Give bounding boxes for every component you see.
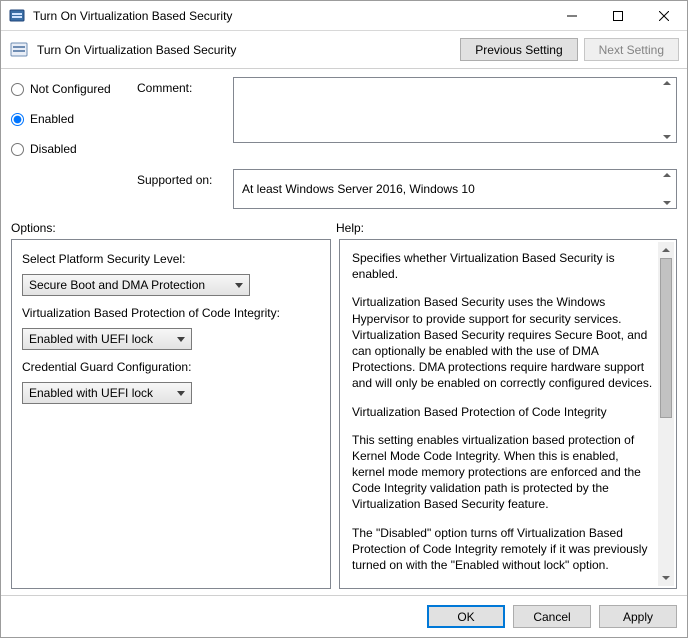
options-label: Options: <box>11 221 336 235</box>
radio-disabled-label: Disabled <box>30 142 77 156</box>
options-pane: Select Platform Security Level: Secure B… <box>11 239 331 589</box>
window-controls <box>549 1 687 30</box>
help-paragraph: The "Disabled" option turns off Virtuali… <box>352 525 654 574</box>
help-pane: Specifies whether Virtualization Based S… <box>339 239 677 589</box>
comment-label: Comment: <box>137 77 227 95</box>
comment-field-frame <box>233 77 677 143</box>
radio-not-configured[interactable]: Not Configured <box>11 79 131 99</box>
dialog-footer: OK Cancel Apply <box>1 595 687 637</box>
help-paragraph: This setting enables virtualization base… <box>352 432 654 513</box>
minimize-button[interactable] <box>549 1 595 30</box>
pane-labels: Options: Help: <box>1 215 687 239</box>
supported-on-frame <box>233 169 677 209</box>
vbpci-label: Virtualization Based Protection of Code … <box>22 306 320 320</box>
panes: Select Platform Security Level: Secure B… <box>1 239 687 595</box>
app-icon <box>9 8 25 24</box>
title-bar: Turn On Virtualization Based Security <box>1 1 687 31</box>
help-scrollbar[interactable] <box>658 242 674 586</box>
platform-security-value: Secure Boot and DMA Protection <box>29 278 205 292</box>
radio-enabled-input[interactable] <box>11 113 24 126</box>
cancel-button[interactable]: Cancel <box>513 605 591 628</box>
maximize-button[interactable] <box>595 1 641 30</box>
next-setting-button: Next Setting <box>584 38 679 61</box>
supported-on-value <box>234 170 676 208</box>
close-button[interactable] <box>641 1 687 30</box>
scroll-down-button[interactable] <box>658 570 674 586</box>
dialog-window: Turn On Virtualization Based Security Tu… <box>0 0 688 638</box>
apply-button-label: Apply <box>623 610 653 624</box>
ok-button-label: OK <box>457 610 474 624</box>
previous-setting-button[interactable]: Previous Setting <box>460 38 577 61</box>
platform-security-combo[interactable]: Secure Boot and DMA Protection <box>22 274 250 296</box>
settings-area: Not Configured Enabled Disabled Comment: <box>1 69 687 215</box>
previous-setting-label: Previous Setting <box>475 43 562 57</box>
vbpci-combo[interactable]: Enabled with UEFI lock <box>22 328 192 350</box>
cancel-button-label: Cancel <box>533 610 570 624</box>
platform-security-label: Select Platform Security Level: <box>22 252 320 266</box>
policy-header: Turn On Virtualization Based Security Pr… <box>1 31 687 69</box>
comment-field[interactable] <box>234 78 676 142</box>
window-title: Turn On Virtualization Based Security <box>31 9 549 23</box>
state-radio-group: Not Configured Enabled Disabled <box>11 77 131 159</box>
help-paragraph: Virtualization Based Protection of Code … <box>352 404 654 420</box>
scroll-up-button[interactable] <box>658 242 674 258</box>
scroll-thumb[interactable] <box>660 258 672 418</box>
next-setting-label: Next Setting <box>599 43 664 57</box>
scroll-track[interactable] <box>658 418 674 570</box>
ok-button[interactable]: OK <box>427 605 505 628</box>
policy-title: Turn On Virtualization Based Security <box>37 43 454 57</box>
radio-not-configured-label: Not Configured <box>30 82 111 96</box>
supported-on-label: Supported on: <box>137 169 227 187</box>
help-label: Help: <box>336 221 364 235</box>
policy-icon <box>9 40 29 60</box>
radio-not-configured-input[interactable] <box>11 83 24 96</box>
credential-guard-label: Credential Guard Configuration: <box>22 360 320 374</box>
help-paragraph: Virtualization Based Security uses the W… <box>352 294 654 391</box>
radio-enabled[interactable]: Enabled <box>11 109 131 129</box>
apply-button[interactable]: Apply <box>599 605 677 628</box>
radio-enabled-label: Enabled <box>30 112 74 126</box>
radio-disabled-input[interactable] <box>11 143 24 156</box>
credential-guard-value: Enabled with UEFI lock <box>29 386 153 400</box>
chevron-down-icon <box>177 391 185 396</box>
vbpci-value: Enabled with UEFI lock <box>29 332 153 346</box>
chevron-down-icon <box>235 283 243 288</box>
chevron-down-icon <box>177 337 185 342</box>
radio-disabled[interactable]: Disabled <box>11 139 131 159</box>
credential-guard-combo[interactable]: Enabled with UEFI lock <box>22 382 192 404</box>
help-paragraph: Specifies whether Virtualization Based S… <box>352 250 654 282</box>
